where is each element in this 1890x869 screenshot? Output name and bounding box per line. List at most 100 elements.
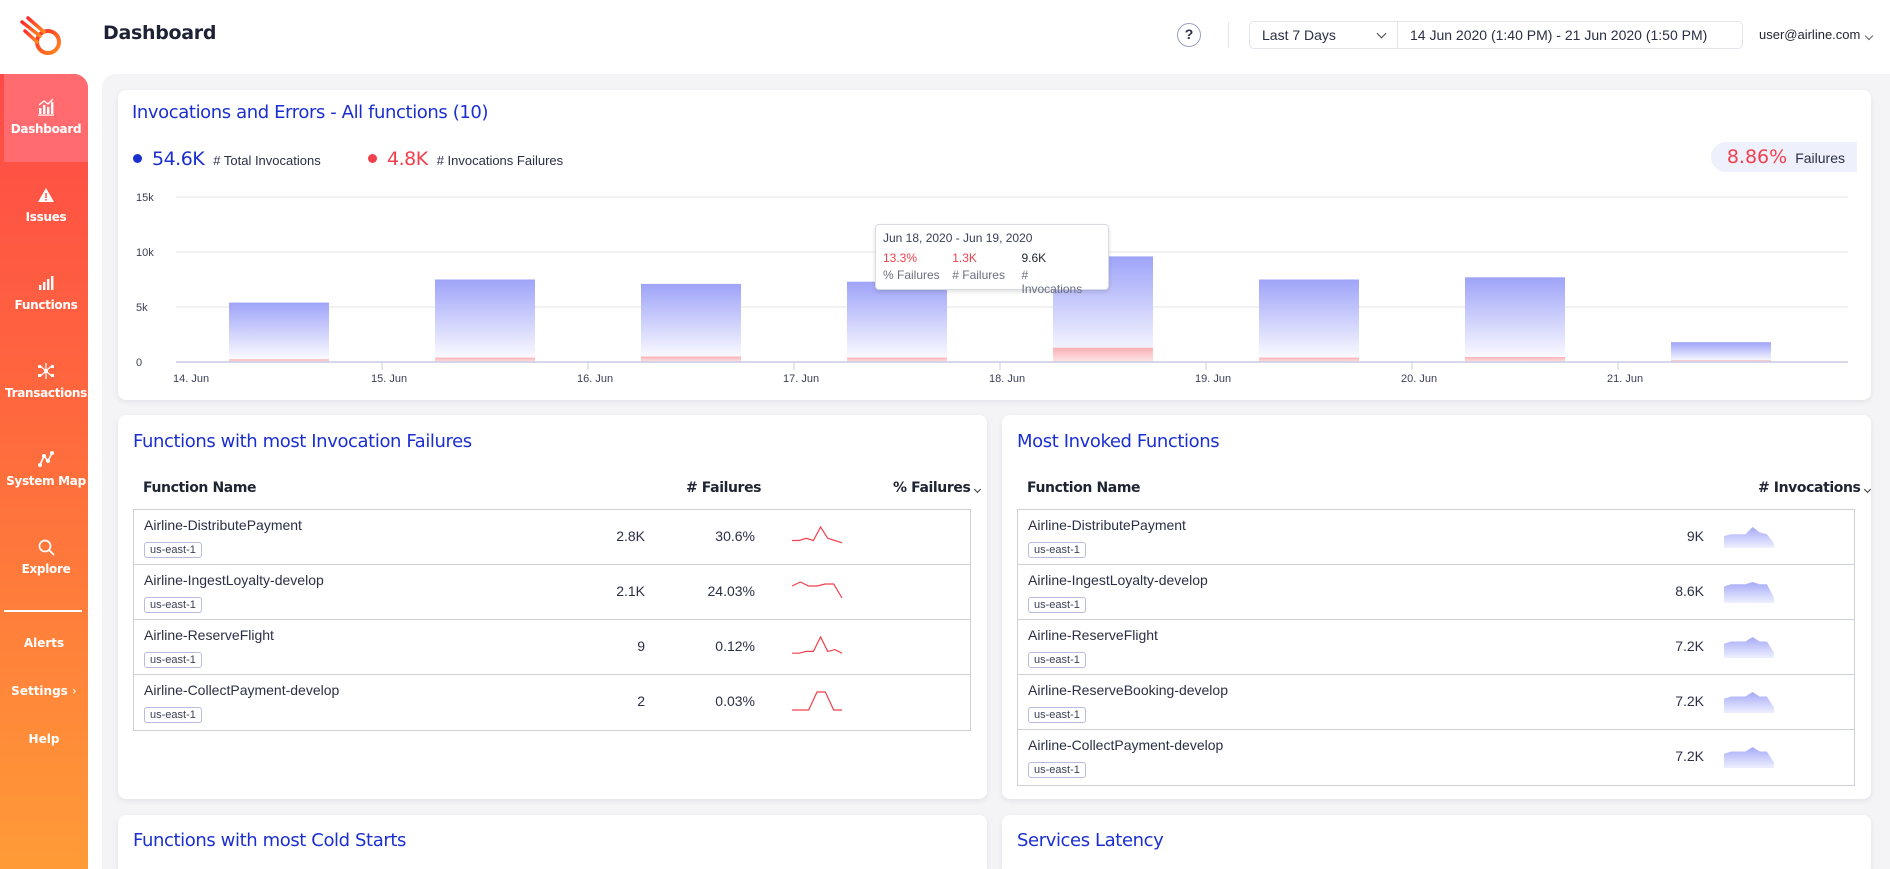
failure-sparkline [792,525,843,544]
system-map-icon [38,451,54,467]
function-name-link[interactable]: Airline-DistributePayment [144,517,302,533]
logo-icon[interactable] [18,14,66,58]
chevron-down-icon [1376,28,1387,38]
chevron-right-icon: › [72,684,77,698]
y-tick-label: 10k [136,247,154,259]
sidebar-link-help[interactable]: Help [0,732,88,746]
sparkline [790,577,844,608]
invocation-sparkline [1724,637,1774,658]
x-tick-label: 15. Jun [371,373,407,385]
sidebar-link-alerts[interactable]: Alerts [0,636,88,650]
function-name-link[interactable]: Airline-DistributePayment [1028,517,1186,533]
y-tick-label: 0 [136,357,142,369]
sidebar-item-label: System Map [6,474,86,488]
user-menu[interactable]: user@airline.com [1759,27,1874,42]
table-row[interactable]: Airline-DistributePayment us-east-1 2.8K 30… [134,510,970,565]
col-header-label: % Failures [893,480,971,496]
table-row[interactable]: Airline-ReserveBooking-develop us-east-1 7… [1018,675,1854,730]
sparkline [1722,687,1776,718]
header-divider [1228,22,1229,48]
col-header-function-name[interactable]: Function Name [1027,480,1141,496]
col-header-label: # Invocations [1758,480,1861,496]
col-header-function-name[interactable]: Function Name [143,480,257,496]
sidebar-item-transactions[interactable]: Transactions [4,338,88,426]
sidebar: Dashboard Issues Functions Transactions … [0,74,88,869]
failures-bar[interactable] [1053,347,1153,362]
table-row[interactable]: Airline-ReserveFlight us-east-1 9 0.12% [134,620,970,675]
failures-pct: 0.03% [715,693,755,709]
app: Dashboard ? Last 7 Days 14 Jun 2020 (1:4… [0,0,1890,869]
invocations-bar[interactable] [1259,279,1359,363]
sparkline [790,522,844,553]
transactions-icon [38,363,54,379]
failures-table: Airline-DistributePayment us-east-1 2.8K 30… [133,509,971,731]
sparkline-path [792,635,843,654]
col-header-pct-failures[interactable]: % Failures [893,480,982,496]
sidebar-link-settings[interactable]: Settings › [0,684,88,698]
region-badge: us-east-1 [1028,707,1086,723]
sidebar-item-system-map[interactable]: System Map [4,426,88,514]
failures-bar[interactable] [641,356,741,363]
dashboard-chart-icon [38,98,54,116]
services-latency-card: Services Latency [1002,815,1871,869]
failures-count: 9 [637,638,645,654]
failures-count: 2.8K [616,528,645,544]
table-row[interactable]: Airline-IngestLoyalty-develop us-east-1 8.… [1018,565,1854,620]
sort-chevron-icon [974,485,982,494]
col-header-failures[interactable]: # Failures [686,480,761,496]
invocations-bar[interactable] [641,283,741,362]
user-email: user@airline.com [1759,27,1861,42]
sparkline-path [1724,637,1774,658]
sparkline-path [792,691,842,711]
function-name-link[interactable]: Airline-IngestLoyalty-develop [144,572,324,588]
sort-chevron-icon [1864,485,1872,494]
tooltip-failures-label: # Failures [952,268,1005,282]
table-row[interactable]: Airline-CollectPayment-develop us-east-1 2… [134,675,970,730]
invocations-bar[interactable] [1465,277,1565,362]
failures-count: 2 [637,693,645,709]
sidebar-item-functions[interactable]: Functions [4,250,88,338]
function-name-link[interactable]: Airline-ReserveFlight [144,627,274,643]
failures-pct: 30.6% [715,528,755,544]
invocation-sparkline [1724,747,1774,768]
sidebar-item-label: Dashboard [10,122,82,136]
region-badge: us-east-1 [144,707,202,723]
x-tick-label: 14. Jun [173,373,209,385]
invocations-count: 7.2K [1675,748,1704,764]
sidebar-item-dashboard[interactable]: Dashboard [4,74,88,162]
search-icon [38,539,55,556]
tooltip-date-range: Jun 18, 2020 - Jun 19, 2020 [883,231,1033,245]
sidebar-item-label: Explore [21,562,71,576]
sidebar-item-label: Functions [14,298,78,312]
sparkline-path [1724,582,1774,603]
table-row[interactable]: Airline-CollectPayment-develop us-east-1 7… [1018,730,1854,785]
function-name-link[interactable]: Airline-ReserveFlight [1028,627,1158,643]
invocations-bar[interactable] [1671,342,1771,362]
invocations-bar[interactable] [229,302,329,362]
region-badge: us-east-1 [144,652,202,668]
x-tick-label: 19. Jun [1195,373,1231,385]
function-name-link[interactable]: Airline-CollectPayment-develop [144,682,339,698]
invocations-count: 7.2K [1675,693,1704,709]
table-row[interactable]: Airline-ReserveFlight us-east-1 7.2K [1018,620,1854,675]
range-select-value: Last 7 Days [1262,27,1336,43]
invocations-errors-card: Invocations and Errors - All functions (… [118,90,1871,400]
tooltip-invocations-label: # Invocations [1021,268,1083,296]
help-button[interactable]: ? [1177,23,1201,47]
invocations-bar[interactable] [435,279,535,363]
col-header-invocations[interactable]: # Invocations [1758,480,1872,496]
region-badge: us-east-1 [144,597,202,613]
function-name-link[interactable]: Airline-IngestLoyalty-develop [1028,572,1208,588]
function-name-link[interactable]: Airline-ReserveBooking-develop [1028,682,1228,698]
region-badge: us-east-1 [1028,652,1086,668]
sidebar-item-issues[interactable]: Issues [4,162,88,250]
sidebar-item-explore[interactable]: Explore [4,514,88,602]
range-select[interactable]: Last 7 Days [1250,22,1398,48]
x-tick-label: 18. Jun [989,373,1025,385]
sidebar-divider [4,610,82,612]
table-row[interactable]: Airline-IngestLoyalty-develop us-east-1 2.… [134,565,970,620]
function-name-link[interactable]: Airline-CollectPayment-develop [1028,737,1223,753]
range-dates-input[interactable]: 14 Jun 2020 (1:40 PM) - 21 Jun 2020 (1:5… [1398,22,1719,48]
sidebar-item-label: Issues [25,210,67,224]
table-row[interactable]: Airline-DistributePayment us-east-1 9K [1018,510,1854,565]
